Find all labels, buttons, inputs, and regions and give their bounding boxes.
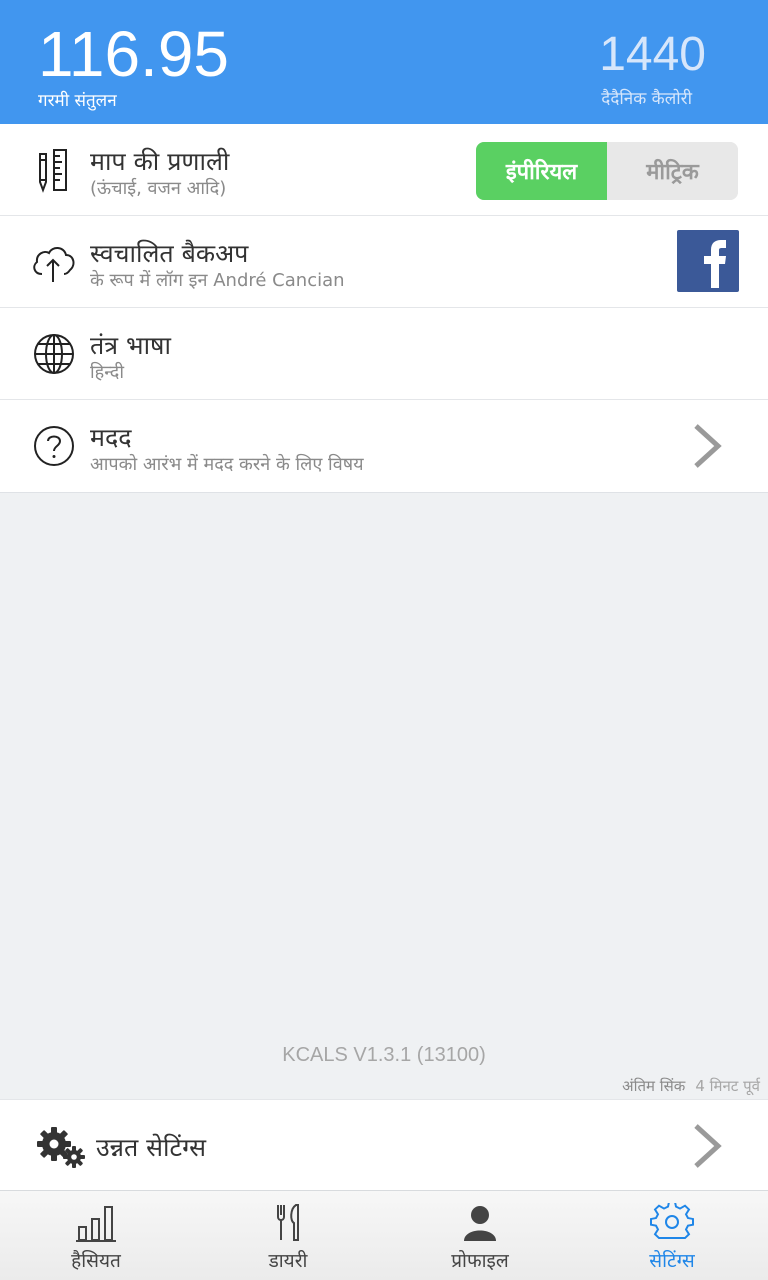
nav-tab-settings[interactable]: सेटिंग्स <box>576 1191 768 1280</box>
last-sync-info: अंतिम सिंक 4 मिनट पूर्व <box>622 1076 760 1096</box>
settings-list: माप की प्रणाली (ऊंचाई, वजन आदि) इंपीरियल… <box>0 124 768 493</box>
units-setting-row: माप की प्रणाली (ऊंचाई, वजन आदि) इंपीरियल… <box>0 124 768 216</box>
bar-chart-icon <box>76 1206 116 1242</box>
pencil-ruler-icon <box>39 149 67 193</box>
person-icon <box>464 1206 496 1241</box>
last-sync-value: 4 मिनट पूर्व <box>695 1077 760 1095</box>
units-subtitle: (ऊंचाई, वजन आदि) <box>90 178 227 199</box>
help-subtitle: आपको आरंभ में मदद करने के लिए विषय <box>90 454 364 475</box>
help-setting-row[interactable]: मदद आपको आरंभ में मदद करने के लिए विषय <box>0 400 768 492</box>
heat-balance-label: गरमी संतुलन <box>38 91 117 111</box>
app-version: KCALS V1.3.1 (13100) <box>282 1044 486 1066</box>
nav-tab-profile[interactable]: प्रोफाइल <box>384 1191 576 1280</box>
last-sync-label: अंतिम सिंक <box>622 1077 686 1095</box>
chevron-right-icon <box>694 424 722 468</box>
language-title: तंत्र भाषा <box>90 331 171 360</box>
nav-label-status: हैसियत <box>71 1250 121 1272</box>
advanced-settings-row[interactable]: उन्नत सेटिंग्स <box>0 1099 768 1191</box>
gears-icon <box>37 1127 85 1168</box>
bottom-navigation: हैसियत डायरी प्रोफाइल सेटिंग्स <box>0 1191 768 1280</box>
daily-calories-value[interactable]: 1440 <box>599 26 706 84</box>
nav-tab-diary[interactable]: डायरी <box>192 1191 384 1280</box>
language-subtitle: हिन्दी <box>90 362 125 383</box>
cloud-upload-icon <box>33 247 75 282</box>
backup-setting-row[interactable]: स्वचालित बैकअप के रूप में लॉग इन André C… <box>0 216 768 308</box>
globe-icon <box>34 334 74 374</box>
nav-tab-status[interactable]: हैसियत <box>0 1191 192 1280</box>
units-title: माप की प्रणाली <box>90 147 230 176</box>
backup-title: स्वचालित बैकअप <box>90 239 249 268</box>
question-circle-icon <box>34 426 74 466</box>
backup-subtitle: के रूप में लॉग इन André Cancian <box>90 270 345 291</box>
imperial-option[interactable]: इंपीरियल <box>476 142 607 200</box>
app-header: 116.95 गरमी संतुलन 1440 दैदैनिक कैलोरी <box>0 0 768 124</box>
nav-label-settings: सेटिंग्स <box>649 1250 695 1272</box>
fork-knife-icon <box>277 1204 299 1241</box>
daily-calories-label: दैदैनिक कैलोरी <box>601 89 692 109</box>
facebook-icon <box>704 240 726 288</box>
metric-option[interactable]: मीट्रिक <box>607 142 738 200</box>
language-setting-row[interactable]: तंत्र भाषा हिन्दी <box>0 308 768 400</box>
nav-label-profile: प्रोफाइल <box>451 1250 509 1272</box>
gear-icon <box>650 1203 694 1239</box>
facebook-button[interactable] <box>677 230 739 292</box>
heat-balance-value: 116.95 <box>38 18 229 90</box>
nav-label-diary: डायरी <box>268 1250 308 1272</box>
advanced-settings-label: उन्नत सेटिंग्स <box>96 1133 207 1162</box>
help-title: मदद <box>90 423 132 452</box>
chevron-right-icon <box>694 1124 722 1168</box>
unit-system-toggle: इंपीरियल मीट्रिक <box>476 142 738 200</box>
